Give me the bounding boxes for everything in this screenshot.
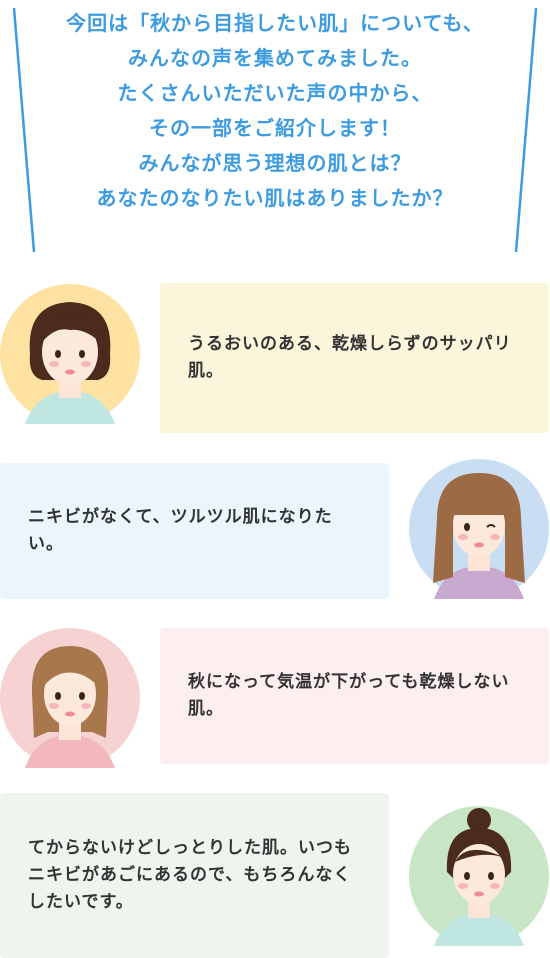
comment-text: てからないけどしっとりした肌。いつもニキビがあごにあるので、もちろんなくしたいで…: [28, 838, 352, 912]
intro-line: みんなの声を集めてみました。: [128, 46, 422, 70]
intro-line: あなたのなりたい肌はありましたか？: [96, 186, 454, 210]
woman-avatar-icon: [409, 459, 549, 599]
intro-section: 今回は「秋から目指したい肌」についても、 みんなの声を集めてみました。 たくさん…: [0, 0, 550, 260]
intro-line: たくさんいただいた声の中から、: [117, 81, 433, 105]
intro-text: 今回は「秋から目指したい肌」についても、 みんなの声を集めてみました。 たくさん…: [40, 6, 510, 216]
woman-avatar-icon: [409, 806, 549, 946]
comment-bubble: てからないけどしっとりした肌。いつもニキビがあごにあるので、もちろんなくしたいで…: [0, 793, 389, 958]
comment-bubble: ニキビがなくて、ツルツル肌になりたい。: [0, 463, 389, 599]
comment-text: うるおいのある、乾燥しらずのサッパリ肌。: [188, 334, 512, 381]
intro-line: みんなが思う理想の肌とは？: [138, 151, 412, 175]
woman-avatar-icon: [0, 284, 140, 424]
comment-bubble: うるおいのある、乾燥しらずのサッパリ肌。: [160, 283, 549, 433]
comment-text: 秋になって気温が下がっても乾燥しない肌。: [188, 672, 510, 719]
comment-bubble: 秋になって気温が下がっても乾燥しない肌。: [160, 628, 549, 764]
intro-line: その一部をご紹介します！: [149, 116, 401, 140]
intro-line: 今回は「秋から目指したい肌」についても、: [66, 11, 484, 35]
comment-text: ニキビがなくて、ツルツル肌になりたい。: [28, 507, 333, 554]
woman-avatar-icon: [0, 628, 140, 768]
